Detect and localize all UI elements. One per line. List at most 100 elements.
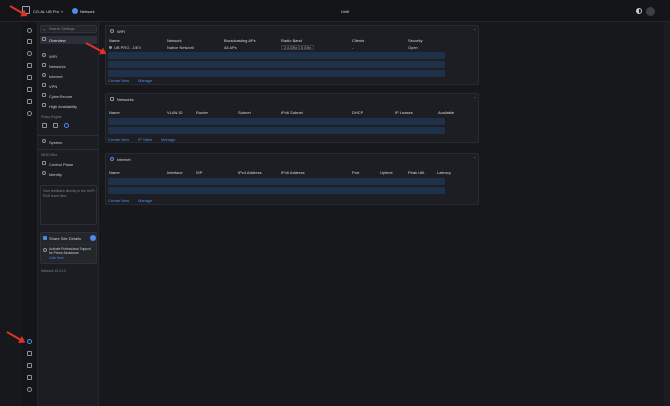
sidebar-item-control-plane[interactable]: Control Plane (40, 160, 97, 168)
col-vlan-id: VLAN ID (167, 110, 183, 115)
networks-icon (42, 63, 46, 67)
phone-icon (43, 248, 47, 252)
clients-icon[interactable] (27, 63, 32, 68)
wifi-card: WiFi ⌃ Name Network Broadcasting APs Rad… (105, 25, 479, 85)
sidebar-item-system[interactable]: System (40, 138, 97, 146)
manage-button[interactable]: Manage (161, 137, 175, 142)
col-broadcasting-aps: Broadcasting APs (224, 38, 256, 43)
col-name: Name (109, 110, 120, 115)
sidebar-item-vpn[interactable]: VPN (40, 82, 97, 90)
dashboard-icon[interactable] (27, 28, 32, 33)
col-available: Available (438, 110, 455, 115)
radio-band-pill: 5 GHz (298, 45, 315, 50)
chevron-up-icon[interactable]: ⌃ (473, 96, 476, 101)
vpn-icon (42, 83, 46, 87)
wifi-network: Native Network (167, 45, 195, 50)
support-icon[interactable] (27, 387, 32, 392)
sidebar-item-wifi[interactable]: WiFi (40, 52, 97, 60)
chevron-up-icon[interactable]: ⌃ (473, 156, 476, 161)
col-subnet: Subnet (238, 110, 251, 115)
support-link[interactable]: Click Here (49, 256, 64, 260)
table-row[interactable] (108, 52, 445, 59)
manage-button[interactable]: Manage (138, 198, 152, 203)
table-row[interactable] (108, 61, 445, 68)
chevron-down-icon[interactable]: ▾ (61, 9, 63, 14)
table-row[interactable] (108, 187, 445, 194)
support-card: Share Site Details Activate Professional… (40, 232, 97, 264)
col-name: Name (109, 38, 120, 43)
topology-icon[interactable] (27, 39, 32, 44)
create-new-button[interactable]: Create New (108, 78, 129, 83)
table-row[interactable] (108, 127, 445, 134)
col-ipv4-address: IPv4 Address (238, 170, 262, 175)
alerts-icon[interactable] (27, 111, 32, 116)
sidebar-item-cybersecure[interactable]: CyberSecure (40, 92, 97, 100)
col-clients: Clients (352, 38, 365, 43)
col-port: Port (352, 170, 360, 175)
protect-icon[interactable] (27, 87, 32, 92)
create-new-button[interactable]: Create New (108, 198, 129, 203)
col-ip-leases: IP Leases (395, 110, 413, 115)
scrollbar[interactable] (664, 22, 670, 406)
network-app-icon[interactable] (72, 8, 78, 14)
sidebar-item-high-availability[interactable]: High Availability (40, 102, 97, 110)
table-row[interactable] (108, 70, 445, 77)
card-title: Internet (117, 157, 131, 162)
sidebar-item-label: Identity (49, 172, 62, 177)
wifi-aps: All APs (224, 45, 237, 50)
col-uptime: Uptime (380, 170, 393, 175)
table-row[interactable]: UB PRO - DEV Native Network All APs 2.4 … (106, 45, 478, 51)
wifi-name: UB PRO - DEV (114, 45, 142, 50)
sidebar-item-label: WiFi (49, 54, 57, 59)
overview-icon (42, 37, 46, 41)
sidebar-item-identity[interactable]: Identity (40, 170, 97, 178)
chevron-up-icon[interactable]: ⌃ (473, 28, 476, 33)
info-icon[interactable] (90, 235, 96, 241)
search-input[interactable]: ⌕ Search Settings (40, 25, 97, 33)
theme-toggle-icon[interactable] (636, 8, 642, 14)
share-site-details: Share Site Details (49, 236, 82, 241)
log-icon[interactable] (27, 351, 32, 356)
checkbox[interactable] (43, 236, 47, 240)
support-line-2: for Phone Assistance (49, 251, 79, 255)
app-rail (22, 22, 38, 406)
table-row[interactable] (108, 178, 445, 185)
col-router: Router (196, 110, 209, 115)
sidebar-item-label: System (49, 140, 63, 145)
create-new-button[interactable]: Create New (108, 137, 129, 142)
col-isp: ISP (196, 170, 203, 175)
page-title: Unifi (341, 9, 350, 14)
shield-icon[interactable] (27, 99, 32, 104)
manage-button[interactable]: Manage (138, 78, 152, 83)
tools-icon[interactable] (27, 363, 32, 368)
feedback-panel[interactable]: Give feedback directly to the UniFi R&D … (40, 185, 97, 225)
version-label: Network 10.0.13 (41, 269, 66, 273)
search-placeholder: Search Settings (49, 27, 75, 31)
settings-sidebar: ⌕ Search Settings Overview WiFi Networks… (38, 22, 99, 406)
table-row[interactable] (108, 118, 445, 125)
avatar[interactable] (646, 7, 655, 16)
sidebar-item-networks[interactable]: Networks (40, 62, 97, 70)
sidebar-item-label: VPN (49, 84, 58, 89)
wifi-icon (42, 53, 46, 57)
devices-icon[interactable] (27, 51, 32, 56)
gear-icon[interactable] (27, 339, 32, 344)
policy-zone-icon[interactable] (64, 123, 69, 128)
site-selector[interactable]: CG-AL UB Pro (33, 9, 59, 14)
innerspace-icon[interactable] (27, 375, 32, 380)
col-network: Network (167, 38, 182, 43)
wifi-clients: - (352, 45, 354, 50)
identity-icon (42, 171, 46, 175)
ip-table-button[interactable]: IP Table (138, 137, 152, 142)
policy-grid-icon[interactable] (53, 123, 58, 128)
control-plane-icon (42, 161, 46, 165)
col-interface: Interface (167, 170, 183, 175)
col-ipv6-subnet: IPv6 Subnet (281, 110, 303, 115)
statistics-icon[interactable] (27, 75, 32, 80)
sidebar-item-internet[interactable]: Internet (40, 72, 97, 80)
divider (41, 244, 96, 245)
app-name[interactable]: Network (80, 9, 95, 14)
sidebar-item-label: Networks (49, 64, 66, 69)
networks-card: Networks ⌃ Name VLAN ID Router Subnet IP… (105, 93, 479, 143)
policy-table-icon[interactable] (42, 123, 47, 128)
